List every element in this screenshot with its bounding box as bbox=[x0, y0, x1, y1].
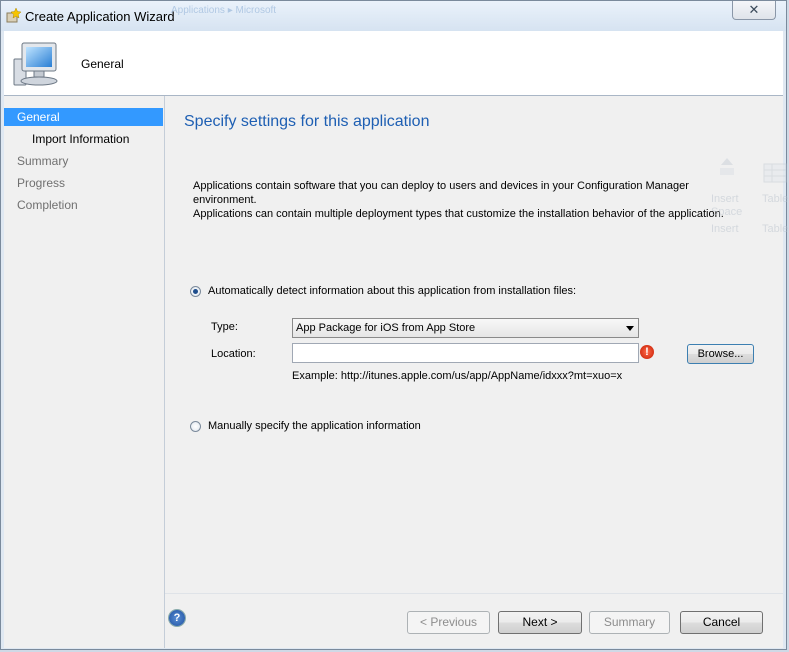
location-label: Location: bbox=[211, 348, 256, 360]
nav-item-completion[interactable]: Completion bbox=[4, 196, 163, 214]
wizard-nav: General Import Information Summary Progr… bbox=[4, 96, 165, 648]
description-line-1: Applications contain software that you c… bbox=[193, 180, 689, 206]
wizard-window: Create Application Wizard Applications ▸… bbox=[0, 0, 789, 650]
background-window-title: Applications ▸ Microsoft bbox=[171, 5, 277, 16]
ribbon-insert-group: Insert bbox=[711, 223, 739, 235]
close-button[interactable]: ✕ bbox=[732, 1, 776, 20]
location-example: Example: http://itunes.apple.com/us/app/… bbox=[292, 370, 623, 382]
auto-detect-label[interactable]: Automatically detect information about t… bbox=[208, 285, 576, 297]
background-ribbon-ghost: Insert Space Insert Table Table bbox=[701, 151, 789, 241]
auto-detect-radio[interactable] bbox=[190, 286, 201, 297]
nav-item-import-information[interactable]: Import Information bbox=[4, 130, 163, 148]
ribbon-insert-line2: Space bbox=[711, 206, 743, 218]
next-button[interactable]: Next > bbox=[498, 611, 582, 634]
wizard-header: General bbox=[4, 31, 783, 96]
wizard-content: Specify settings for this application Ap… bbox=[165, 96, 783, 593]
manual-label[interactable]: Manually specify the application informa… bbox=[208, 420, 421, 432]
summary-button[interactable]: Summary bbox=[589, 611, 670, 634]
window-title: Create Application Wizard bbox=[25, 9, 175, 24]
nav-item-summary[interactable]: Summary bbox=[4, 152, 163, 170]
previous-button[interactable]: < Previous bbox=[407, 611, 490, 634]
description-line-2: Applications can contain multiple deploy… bbox=[193, 208, 724, 220]
type-label: Type: bbox=[211, 321, 238, 333]
dropdown-arrow-icon bbox=[626, 326, 634, 331]
error-icon: ! bbox=[640, 345, 654, 359]
help-icon[interactable]: ? bbox=[169, 610, 185, 626]
wizard-star-icon bbox=[6, 7, 21, 23]
cancel-button[interactable]: Cancel bbox=[680, 611, 763, 634]
table-icon bbox=[763, 163, 787, 183]
computer-icon bbox=[13, 42, 58, 86]
nav-item-progress[interactable]: Progress bbox=[4, 174, 163, 192]
browse-button[interactable]: Browse... bbox=[687, 344, 754, 364]
radio-selected-dot bbox=[193, 289, 198, 294]
ribbon-table-label: Table bbox=[762, 193, 789, 205]
type-select[interactable]: App Package for iOS from App Store bbox=[292, 318, 639, 338]
insert-space-icon bbox=[720, 158, 734, 175]
wizard-footer: ? < Previous Next > Summary Cancel bbox=[165, 594, 783, 648]
page-description: Applications contain software that you c… bbox=[193, 179, 753, 221]
type-select-value: App Package for iOS from App Store bbox=[296, 322, 476, 334]
header-page-name: General bbox=[81, 57, 124, 71]
location-input[interactable] bbox=[292, 343, 639, 363]
ribbon-insert-line1: Insert bbox=[711, 193, 739, 205]
page-title: Specify settings for this application bbox=[184, 113, 430, 130]
close-icon: ✕ bbox=[748, 2, 760, 17]
title-bar: Create Application Wizard Applications ▸… bbox=[1, 1, 786, 31]
ribbon-table-group: Table bbox=[762, 223, 789, 235]
manual-radio[interactable] bbox=[190, 421, 201, 432]
nav-item-general[interactable]: General bbox=[4, 108, 163, 126]
